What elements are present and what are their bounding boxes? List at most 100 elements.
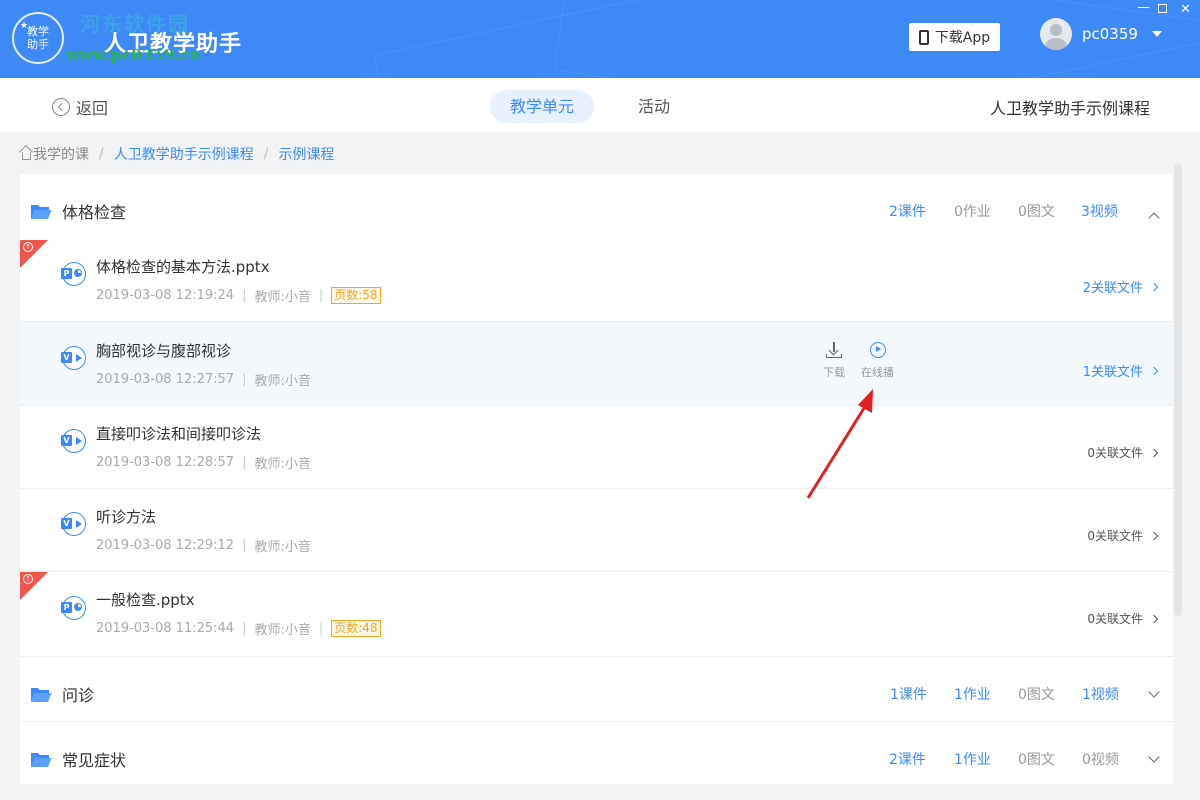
chevron-right-icon [1149, 366, 1159, 375]
related-files-link[interactable]: 0关联文件 [1087, 610, 1159, 627]
related-files-label: 0关联文件 [1087, 612, 1143, 626]
minimize-button[interactable]: — [1137, 0, 1150, 15]
list-item[interactable]: ↑ P 一般检查.pptx 2019-03-08 11:25:44 | 教师:小… [20, 572, 1173, 657]
stat-courseware[interactable]: 2课件 [889, 749, 926, 769]
folder-open-icon [31, 687, 52, 702]
video-badge: V [61, 435, 72, 446]
watermark-url: www.pc0359.cn [66, 46, 202, 64]
list-item[interactable]: V 听诊方法 2019-03-08 12:29:12 | 教师:小音 0关联文件 [20, 489, 1173, 572]
resource-teacher: 教师:小音 [254, 290, 311, 305]
resource-title[interactable]: 体格检查的基本方法.pptx [96, 256, 270, 277]
stat-homework[interactable]: 1作业 [954, 684, 991, 704]
list-item[interactable]: V 胸部视诊与腹部视诊 2019-03-08 12:27:57 | 教师:小音 … [20, 322, 1173, 406]
close-button[interactable]: ✕ [1180, 2, 1191, 17]
resource-title[interactable]: 一般检查.pptx [96, 589, 195, 610]
back-arrow-icon [52, 98, 70, 116]
related-files-link[interactable]: 0关联文件 [1087, 527, 1159, 544]
list-item[interactable]: V 直接叩诊法和间接叩诊法 2019-03-08 12:28:57 | 教师:小… [20, 406, 1173, 489]
chevron-right-icon [1149, 614, 1159, 623]
page-count-badge: 页数:48 [331, 620, 381, 637]
chevron-up-icon[interactable] [1148, 212, 1160, 224]
unit-title: 体格检查 [62, 203, 127, 222]
tab-activities[interactable]: 活动 [618, 90, 690, 123]
resource-time: 2019-03-08 12:19:24 [96, 288, 235, 303]
chevron-down-icon[interactable] [1148, 686, 1160, 698]
related-files-label: 0关联文件 [1087, 529, 1143, 543]
home-icon [22, 151, 31, 160]
resource-time: 2019-03-08 11:25:44 [96, 621, 235, 636]
resource-meta: 2019-03-08 12:29:12 | 教师:小音 [96, 536, 311, 555]
resource-title[interactable]: 直接叩诊法和间接叩诊法 [96, 423, 261, 444]
chevron-right-icon [1149, 282, 1159, 291]
stat-graphic[interactable]: 0图文 [1018, 749, 1055, 769]
username: pc0359 [1082, 25, 1138, 43]
meta-divider: | [242, 538, 247, 553]
unit-header-inquiry[interactable]: 问诊 1课件 1作业 0图文 1视频 [20, 661, 1173, 727]
phone-icon [918, 29, 929, 45]
play-triangle-icon [76, 437, 82, 445]
stat-video[interactable]: 0视频 [1082, 749, 1119, 769]
breadcrumb: 我学的课 / 人卫教学助手示例课程 / 示例课程 [22, 144, 334, 164]
pie-icon [74, 603, 82, 611]
related-files-link[interactable]: 1关联文件 [1082, 361, 1159, 380]
star-icon: ★ [20, 21, 29, 31]
divider [20, 721, 1173, 722]
stat-video[interactable]: 1视频 [1082, 684, 1119, 704]
video-icon: V [61, 429, 86, 453]
resource-teacher: 教师:小音 [254, 457, 311, 472]
maximize-button[interactable] [1158, 2, 1167, 17]
stat-courseware[interactable]: 2课件 [889, 201, 926, 221]
breadcrumb-separator: / [99, 146, 104, 162]
breadcrumb-item-course[interactable]: 人卫教学助手示例课程 [114, 144, 254, 164]
video-badge: V [61, 352, 72, 363]
breadcrumb-home[interactable]: 我学的课 [22, 144, 89, 164]
chevron-down-icon[interactable] [1148, 751, 1160, 763]
download-app-button[interactable]: 下载App [909, 23, 1000, 51]
meta-divider: | [242, 288, 247, 303]
ppt-badge: P [61, 602, 72, 613]
stat-courseware[interactable]: 1课件 [890, 684, 927, 704]
play-online-label: 在线播 [861, 366, 894, 379]
download-button[interactable]: 下载 [823, 342, 845, 380]
resource-title[interactable]: 胸部视诊与腹部视诊 [96, 340, 231, 361]
meta-divider: | [242, 455, 247, 470]
breadcrumb-item-sample[interactable]: 示例课程 [278, 144, 334, 164]
course-name: 人卫教学助手示例课程 [989, 99, 1150, 118]
upload-flag-icon: ↑ [23, 574, 33, 584]
stat-homework[interactable]: 1作业 [954, 749, 991, 769]
stat-homework[interactable]: 0作业 [954, 201, 991, 221]
play-triangle-icon [76, 520, 82, 528]
resource-meta: 2019-03-08 11:25:44 | 教师:小音 | 页数:48 [96, 619, 381, 638]
app-logo: ★ 教学 助手 [12, 12, 64, 64]
resource-meta: 2019-03-08 12:27:57 | 教师:小音 [96, 370, 311, 389]
related-files-label: 2关联文件 [1082, 281, 1143, 296]
breadcrumb-home-label: 我学的课 [33, 147, 89, 163]
download-icon [826, 342, 842, 358]
related-files-label: 1关联文件 [1082, 365, 1143, 380]
folder-open-icon [31, 752, 52, 767]
list-item[interactable]: ↑ P 体格检查的基本方法.pptx 2019-03-08 12:19:24 |… [20, 240, 1173, 322]
play-online-button[interactable]: 在线播 [861, 342, 894, 380]
back-button[interactable]: 返回 [52, 95, 108, 119]
download-app-label: 下载App [934, 30, 991, 46]
user-menu[interactable]: pc0359 [1040, 18, 1162, 50]
chevron-right-icon [1149, 448, 1159, 457]
stat-video[interactable]: 3视频 [1081, 201, 1118, 221]
folder-open-icon [31, 204, 52, 219]
unit-header-physical-exam[interactable]: 体格检查 2课件 0作业 0图文 3视频 [20, 178, 1173, 244]
download-label: 下载 [823, 366, 845, 379]
unit-header-common-symptoms[interactable]: 常见症状 2课件 1作业 0图文 0视频 [20, 726, 1173, 784]
related-files-link[interactable]: 2关联文件 [1082, 277, 1159, 296]
play-circle-icon [869, 342, 886, 358]
related-files-link[interactable]: 0关联文件 [1087, 444, 1159, 461]
tab-teaching-units[interactable]: 教学单元 [490, 90, 595, 123]
scrollbar[interactable] [1174, 164, 1182, 616]
pie-icon [74, 269, 82, 277]
meta-divider: | [318, 621, 324, 636]
resource-title[interactable]: 听诊方法 [96, 506, 156, 527]
unit-list: 体格检查 2课件 0作业 0图文 3视频 ↑ P 体格检查的基本方法.pptx … [20, 174, 1173, 784]
ppt-icon: P [61, 596, 86, 620]
stat-graphic[interactable]: 0图文 [1018, 684, 1055, 704]
related-files-label: 0关联文件 [1087, 446, 1143, 460]
stat-graphic[interactable]: 0图文 [1018, 201, 1055, 221]
